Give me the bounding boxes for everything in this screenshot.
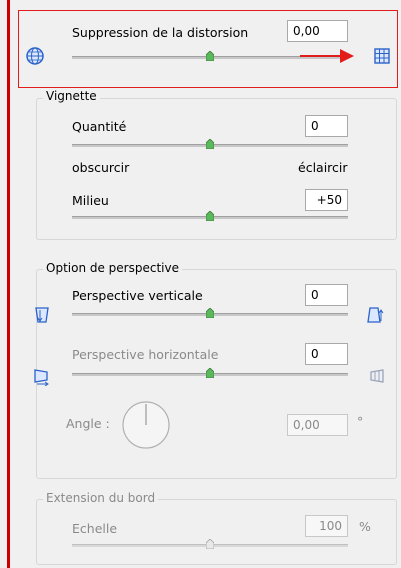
extension-title: Extension du bord xyxy=(43,491,159,505)
quantite-slider-thumb[interactable] xyxy=(206,139,214,149)
quantite-label: Quantité xyxy=(72,119,127,134)
milieu-slider-thumb[interactable] xyxy=(206,211,214,221)
obscurcir-label: obscurcir xyxy=(72,160,130,175)
angle-dial[interactable] xyxy=(121,400,171,450)
vertical-perspective-right-icon[interactable] xyxy=(364,305,384,328)
quantite-value-field[interactable] xyxy=(305,115,348,137)
globe-icon[interactable] xyxy=(25,46,45,69)
horizontal-value-field[interactable] xyxy=(305,343,348,365)
vertical-slider[interactable] xyxy=(72,308,348,325)
echelle-slider[interactable] xyxy=(72,539,348,556)
angle-value-field[interactable] xyxy=(287,414,348,436)
horizontal-perspective-left-icon[interactable] xyxy=(32,366,52,389)
echelle-unit: % xyxy=(359,519,371,534)
vignette-title: Vignette xyxy=(43,89,100,103)
milieu-slider[interactable] xyxy=(72,211,348,228)
vertical-perspective-left-icon[interactable] xyxy=(32,305,52,328)
grid-icon[interactable] xyxy=(372,46,392,69)
milieu-label: Milieu xyxy=(72,193,109,208)
echelle-label: Echelle xyxy=(72,521,118,536)
red-arrow xyxy=(300,49,354,63)
distortion-label: Suppression de la distorsion xyxy=(72,25,249,40)
quantite-slider[interactable] xyxy=(72,139,348,156)
vertical-slider-thumb[interactable] xyxy=(206,308,214,318)
milieu-value-field[interactable] xyxy=(305,189,348,211)
distortion-value-field[interactable] xyxy=(287,20,348,42)
horizontal-slider-thumb[interactable] xyxy=(206,368,214,378)
vertical-value-field[interactable] xyxy=(305,284,348,306)
angle-label: Angle : xyxy=(66,416,110,431)
horizontal-slider[interactable] xyxy=(72,368,348,385)
horizontal-label: Perspective horizontale xyxy=(72,347,219,362)
echelle-value-field[interactable] xyxy=(305,515,348,537)
eclaircir-label: éclaircir xyxy=(298,160,348,175)
left-red-bar xyxy=(7,0,10,568)
echelle-slider-thumb[interactable] xyxy=(206,539,214,549)
perspective-title: Option de perspective xyxy=(43,261,182,275)
horizontal-perspective-right-icon[interactable] xyxy=(366,366,386,389)
vertical-label: Perspective verticale xyxy=(72,288,203,303)
angle-unit: ° xyxy=(357,414,364,429)
distortion-slider-thumb[interactable] xyxy=(206,51,214,61)
